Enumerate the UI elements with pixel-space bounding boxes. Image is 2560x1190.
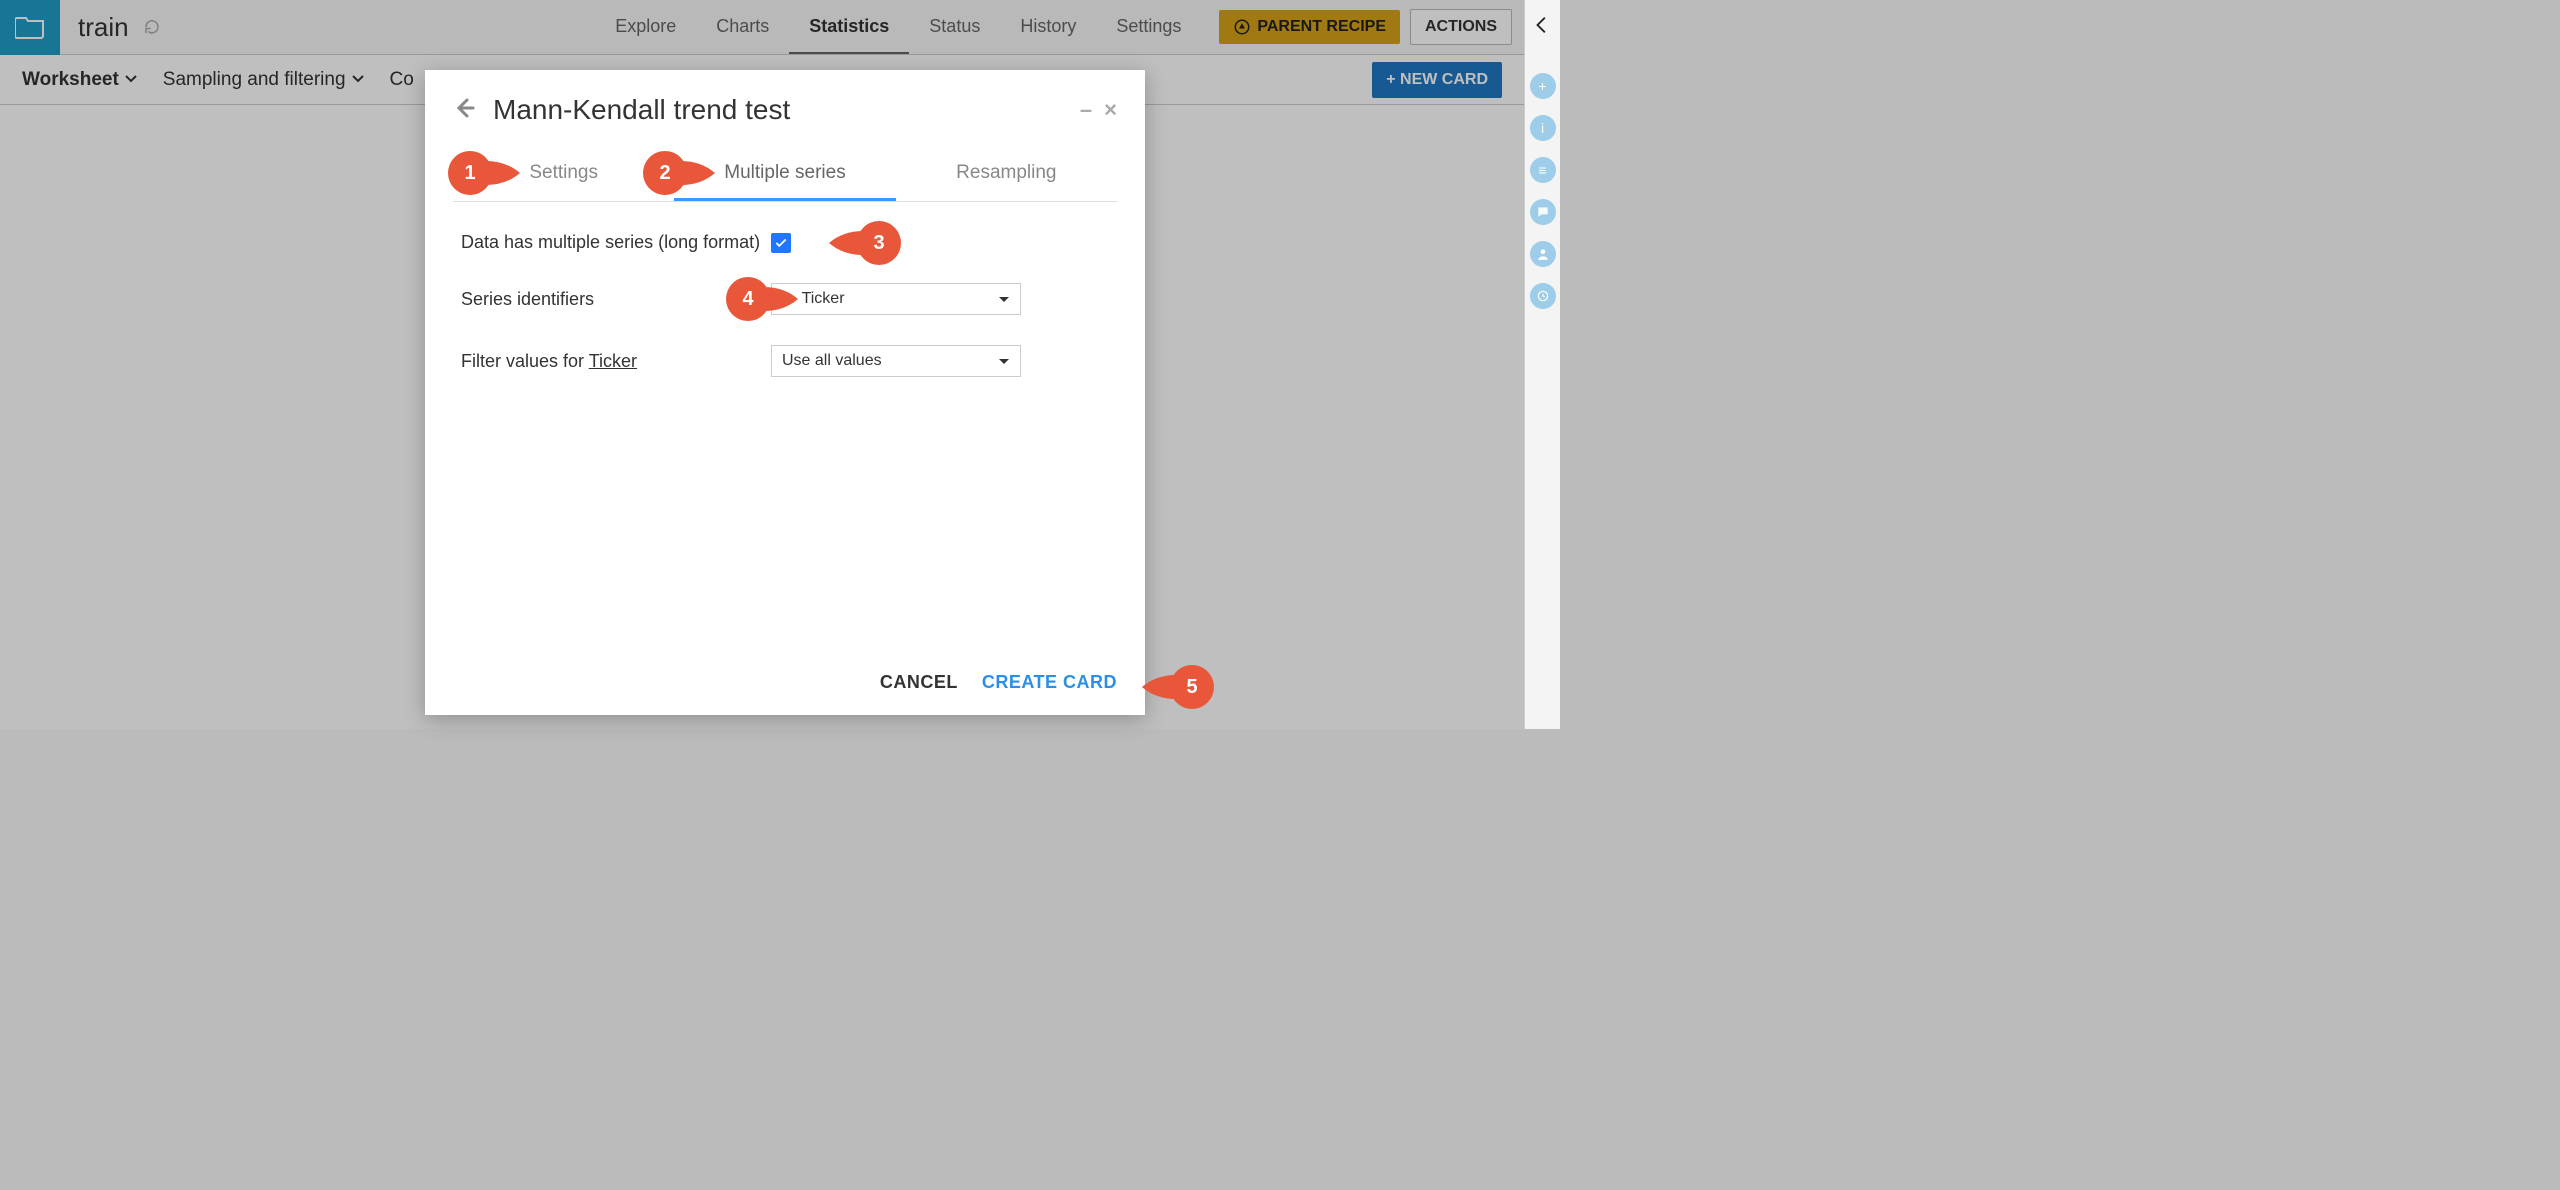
select-series-identifier[interactable]: A Ticker	[771, 283, 1021, 315]
text-type-icon: A	[782, 290, 794, 308]
modal: Mann-Kendall trend test – × Settings Mul…	[425, 70, 1145, 715]
checkbox-multiple-series[interactable]	[771, 233, 791, 253]
modal-body: Data has multiple series (long format) S…	[425, 202, 1145, 672]
modal-footer: CANCEL CREATE CARD	[425, 672, 1145, 715]
sidebar-circle-clock[interactable]	[1530, 283, 1556, 309]
select-filter-value: Use all values	[782, 352, 882, 370]
cancel-button[interactable]: CANCEL	[880, 672, 958, 693]
back-arrow-icon[interactable]	[1532, 14, 1554, 41]
row-series-identifiers: Series identifiers A Ticker	[461, 283, 1117, 315]
sidebar-circle-plus[interactable]: +	[1530, 73, 1556, 99]
tab-settings[interactable]: Settings	[453, 156, 674, 201]
label-multiple-series: Data has multiple series (long format)	[461, 232, 771, 253]
filter-prefix: Filter values for	[461, 351, 589, 371]
caret-down-icon	[998, 293, 1010, 311]
sidebar-circle-info[interactable]: i	[1530, 115, 1556, 141]
row-multiple-series: Data has multiple series (long format)	[461, 232, 1117, 253]
select-filter-values[interactable]: Use all values	[771, 345, 1021, 377]
tab-multiple-series[interactable]: Multiple series	[674, 156, 895, 201]
sidebar-circle-user[interactable]	[1530, 241, 1556, 267]
right-sidebar: + i ≡	[1524, 0, 1560, 729]
tab-resampling[interactable]: Resampling	[896, 156, 1117, 201]
create-card-button[interactable]: CREATE CARD	[982, 672, 1117, 693]
close-icon[interactable]: ×	[1104, 97, 1117, 123]
modal-title: Mann-Kendall trend test	[493, 94, 1068, 126]
sidebar-circle-comment[interactable]	[1530, 199, 1556, 225]
modal-header: Mann-Kendall trend test – ×	[425, 70, 1145, 136]
modal-tabs: Settings Multiple series Resampling	[453, 156, 1117, 202]
select-series-value: Ticker	[802, 290, 845, 308]
caret-down-icon	[998, 355, 1010, 373]
modal-back-icon[interactable]	[453, 96, 477, 125]
sidebar-circle-list[interactable]: ≡	[1530, 157, 1556, 183]
label-series-identifiers: Series identifiers	[461, 289, 771, 310]
minimize-icon[interactable]: –	[1080, 97, 1092, 123]
filter-column: Ticker	[589, 351, 637, 371]
row-filter-values: Filter values for Ticker Use all values	[461, 345, 1117, 377]
label-filter-values: Filter values for Ticker	[461, 351, 771, 372]
check-icon	[774, 236, 788, 250]
